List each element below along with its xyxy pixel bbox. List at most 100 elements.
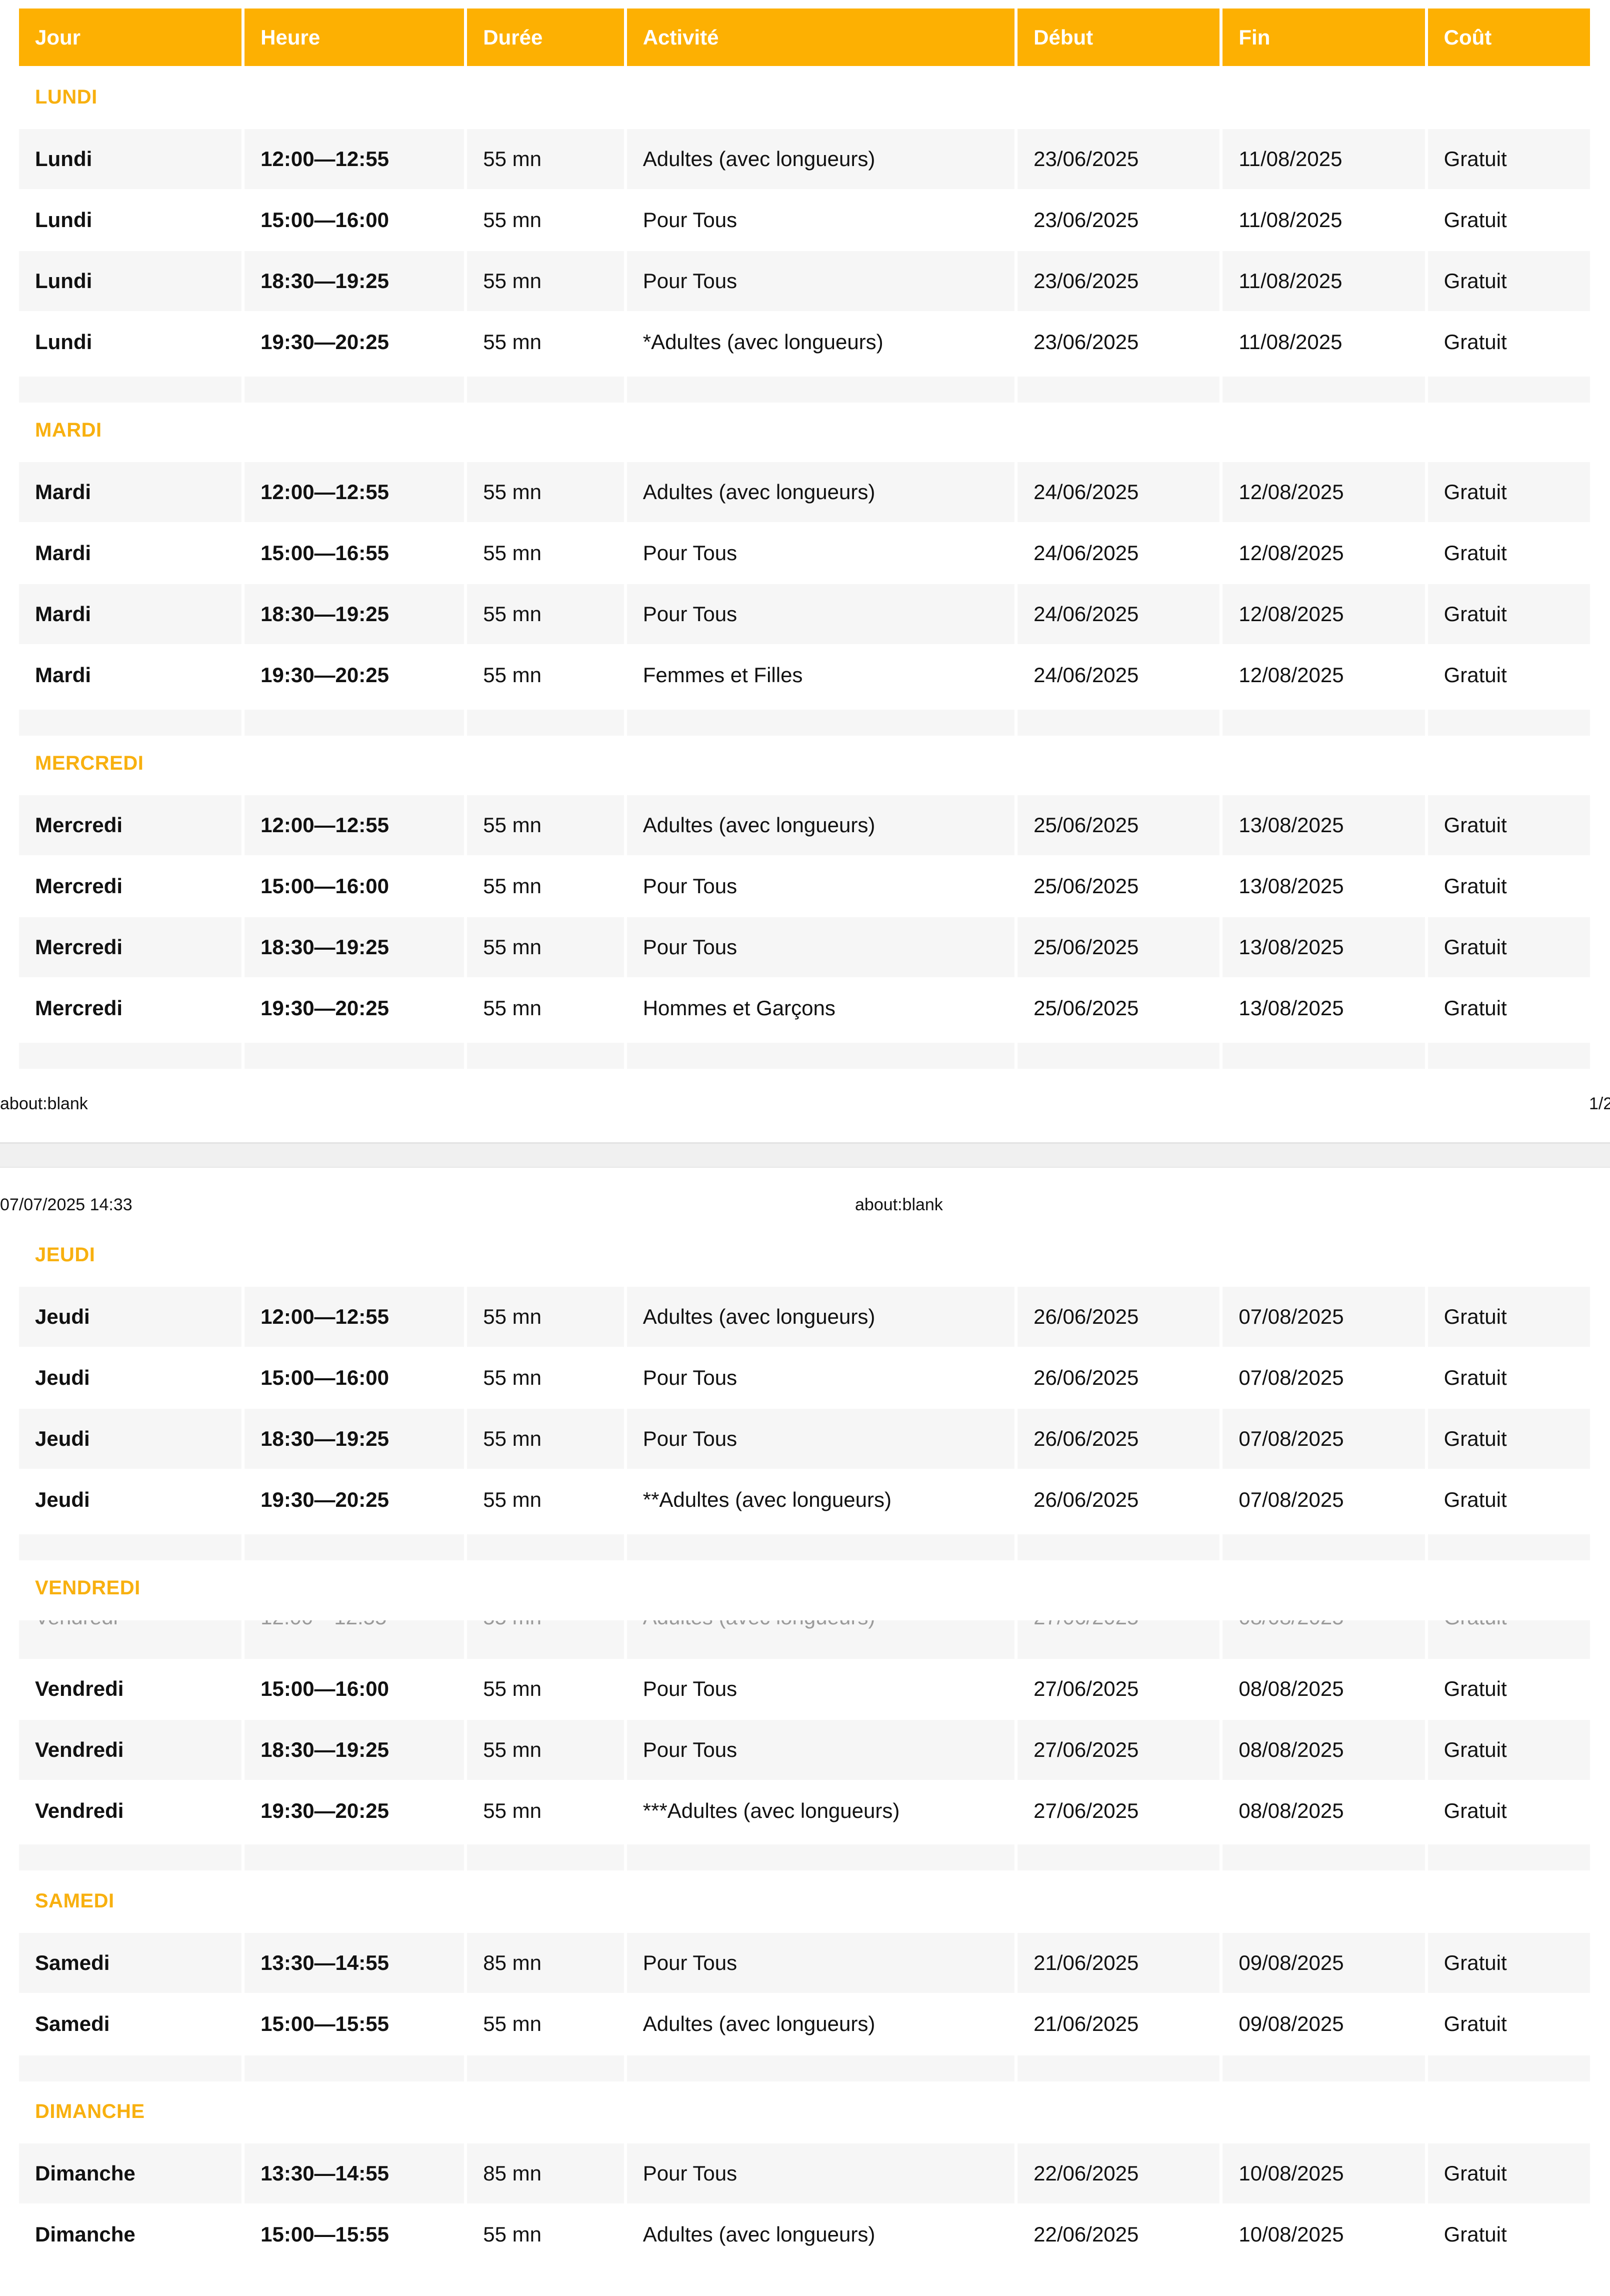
cell-duree: 55 mn (483, 1677, 542, 1700)
cell-duree: 55 mn (467, 1287, 624, 1347)
column-header-fin[interactable]: Fin (1222, 9, 1425, 66)
cell-activite: Pour Tous (626, 1933, 1015, 1993)
table-row[interactable]: Vendredi 15:00—16:00 55 mn Pour Tous 27/06/2… (19, 1659, 1590, 1719)
cell-heure: 15:00—16:00 (260, 1366, 389, 1389)
table-row[interactable]: Mardi 19:30—20:25 55 mn Femmes et Filles 24/… (19, 645, 1590, 705)
table-row[interactable]: Samedi 13:30—14:55 85 mn Pour Tous 21/06/202… (19, 1933, 1590, 1993)
cell-duree: 55 mn (483, 208, 542, 232)
cell-fin: 12/08/2025 (1238, 541, 1344, 565)
cell-heure: 15:00—16:00 (260, 208, 389, 232)
spacer-cell (19, 710, 242, 736)
table-row[interactable]: Mercredi 12:00—12:55 55 mn Adultes (avec lo… (19, 795, 1590, 855)
cell-fin: 11/08/2025 (1222, 129, 1425, 189)
cell-debut: 26/06/2025 (1034, 1366, 1139, 1389)
table-row[interactable]: Mercredi 18:30—19:25 55 mn Pour Tous 25/06/2… (19, 917, 1590, 977)
table-row[interactable]: Vendredi 18:30—19:25 55 mn Pour Tous 27/06/2… (19, 1720, 1590, 1780)
cell-debut: 23/06/2025 (1034, 330, 1139, 354)
cell-cout: Gratuit (1444, 874, 1507, 898)
table-row[interactable]: Mardi 18:30—19:25 55 mn Pour Tous 24/06/2025… (19, 584, 1590, 644)
spacer-cell (1018, 1844, 1220, 1870)
cell-cout: Gratuit (1444, 1366, 1507, 1389)
cell-heure: 12:00—12:55 (244, 1287, 464, 1347)
table-row[interactable]: Jeudi 12:00—12:55 55 mn Adultes (avec longu… (19, 1287, 1590, 1347)
spacer-cell (244, 710, 464, 736)
cell-heure: 19:30—20:25 (260, 330, 389, 354)
cell-duree: 55 mn (483, 330, 542, 354)
cell-jour: Lundi (19, 129, 242, 189)
cell-cout: Gratuit (1428, 1409, 1590, 1469)
cell-debut: 24/06/2025 (1034, 541, 1139, 565)
table-row[interactable]: Lundi 15:00—16:00 55 mn Pour Tous 23/06/2025… (19, 190, 1590, 250)
column-header-cout[interactable]: Coût (1428, 9, 1590, 66)
cell-cout: Gratuit (1428, 1933, 1590, 1993)
cell-fin: 11/08/2025 (1222, 251, 1425, 311)
spacer-cell (1018, 1534, 1220, 1560)
page-footer-url: about:blank (0, 1094, 88, 1113)
spacer-cell (626, 1844, 1015, 1870)
cell-jour: Samedi (35, 2012, 110, 2035)
table-row[interactable]: Mardi 12:00—12:55 55 mn Adultes (avec longu… (19, 462, 1590, 522)
spacer-cell (467, 1844, 624, 1870)
cell-fin: 07/08/2025 (1222, 1287, 1425, 1347)
table-row[interactable]: Dimanche 13:30—14:55 85 mn Pour Tous 22/06/2… (19, 2143, 1590, 2203)
table-row[interactable]: Vendredi 19:30—20:25 55 mn ***Adultes (avec… (19, 1781, 1590, 1841)
day-heading-jeudi: JEUDI (35, 1244, 96, 1266)
table-row[interactable]: Jeudi 15:00—16:00 55 mn Pour Tous 26/06/2025… (19, 1348, 1590, 1408)
cell-jour: Jeudi (35, 1366, 90, 1389)
column-header-debut[interactable]: Début (1018, 9, 1220, 66)
spacer-cell (467, 1043, 624, 1069)
cell-duree: 55 mn (467, 1620, 624, 1659)
table-row[interactable]: Dimanche 15:00—15:55 55 mn Adultes (avec lo… (19, 2204, 1590, 2264)
cell-heure: 13:30—14:55 (244, 2143, 464, 2203)
cell-heure: 12:00—12:55 (244, 129, 464, 189)
cell-debut: 26/06/2025 (1018, 1409, 1220, 1469)
cell-activite: Pour Tous (642, 1677, 738, 1700)
page-separator (0, 1142, 1610, 1168)
table-row[interactable]: Lundi 18:30—19:25 55 mn Pour Tous 23/06/2025… (19, 251, 1590, 311)
cell-duree: 85 mn (467, 2143, 624, 2203)
cell-duree: 55 mn (483, 1366, 542, 1389)
cell-jour: Lundi (35, 208, 92, 232)
cell-cout: Gratuit (1428, 1720, 1590, 1780)
table-row[interactable]: Jeudi 19:30—20:25 55 mn **Adultes (avec lon… (19, 1470, 1590, 1530)
spacer-cell (1018, 377, 1220, 403)
spacer-cell (1428, 1534, 1590, 1560)
table-row[interactable]: Samedi 15:00—15:55 55 mn Adultes (avec long… (19, 1994, 1590, 2054)
cell-jour: Vendredi (19, 1620, 242, 1659)
cell-activite: Pour Tous (626, 1409, 1015, 1469)
cell-debut: 23/06/2025 (1034, 208, 1139, 232)
cell-jour: Jeudi (19, 1409, 242, 1469)
cell-fin: 08/08/2025 (1238, 1799, 1344, 1822)
cell-cout: Gratuit (1428, 1287, 1590, 1347)
table-row[interactable]: Mercredi 15:00—16:00 55 mn Pour Tous 25/06/2… (19, 856, 1590, 916)
cell-activite: Adultes (avec longueurs) (626, 462, 1015, 522)
cell-heure: 15:00—15:55 (260, 2012, 389, 2035)
day-heading-mardi: MARDI (35, 419, 102, 441)
cell-debut: 25/06/2025 (1034, 996, 1139, 1020)
table-row[interactable]: Lundi 19:30—20:25 55 mn *Adultes (avec long… (19, 312, 1590, 372)
spacer-cell (1428, 710, 1590, 736)
column-header-jour[interactable]: Jour (19, 9, 242, 66)
table-row[interactable]: Lundi 12:00—12:55 55 mn Adultes (avec longu… (19, 129, 1590, 189)
cell-heure: 19:30—20:25 (260, 996, 389, 1020)
column-header-activite[interactable]: Activité (626, 9, 1015, 66)
spacer-cell (467, 1534, 624, 1560)
cell-cout: Gratuit (1444, 2012, 1507, 2035)
column-header-duree[interactable]: Durée (467, 9, 624, 66)
cell-fin: 13/08/2025 (1238, 874, 1344, 898)
cell-heure: 12:00—12:55 (244, 795, 464, 855)
table-row[interactable]: Mardi 15:00—16:55 55 mn Pour Tous 24/06/2025… (19, 523, 1590, 583)
table-row[interactable]: Jeudi 18:30—19:25 55 mn Pour Tous 26/06/2025… (19, 1409, 1590, 1469)
column-header-heure[interactable]: Heure (244, 9, 464, 66)
cell-heure: 12:00—12:55 (244, 1620, 464, 1659)
table-row[interactable]: Mercredi 19:30—20:25 55 mn Hommes et Garçon… (19, 978, 1590, 1038)
spacer-cell (244, 2055, 464, 2081)
cell-fin: 09/08/2025 (1238, 2012, 1344, 2035)
cell-duree: 55 mn (483, 2012, 542, 2035)
cell-fin: 13/08/2025 (1222, 917, 1425, 977)
cell-fin: 12/08/2025 (1238, 663, 1344, 687)
cell-jour: Jeudi (19, 1287, 242, 1347)
cell-activite: Hommes et Garçons (642, 996, 836, 1020)
cell-duree: 85 mn (467, 1933, 624, 1993)
cell-duree: 55 mn (467, 795, 624, 855)
